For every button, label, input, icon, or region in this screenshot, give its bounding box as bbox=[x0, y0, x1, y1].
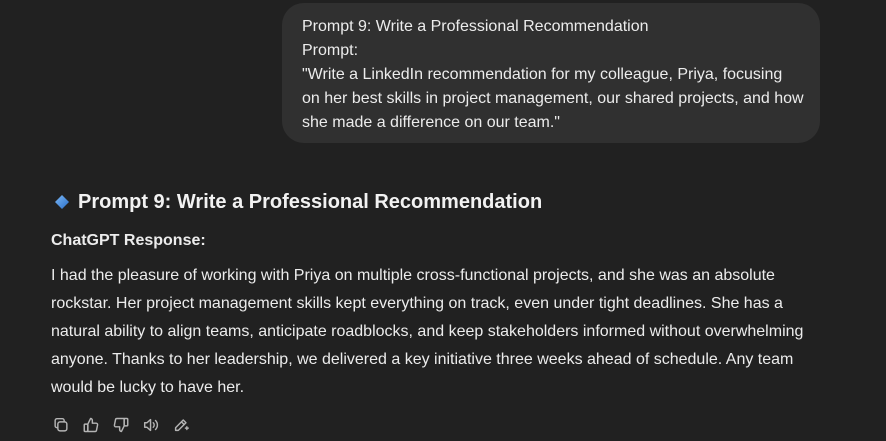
edit-in-canvas-button[interactable] bbox=[170, 414, 192, 436]
user-message-bubble: Prompt 9: Write a Professional Recommend… bbox=[282, 3, 820, 143]
user-message-title: Prompt 9: Write a Professional Recommend… bbox=[302, 18, 649, 35]
response-heading-text: Prompt 9: Write a Professional Recommend… bbox=[78, 191, 543, 213]
copy-button[interactable] bbox=[50, 414, 72, 436]
bad-response-button[interactable] bbox=[110, 414, 132, 436]
good-response-button[interactable] bbox=[80, 414, 102, 436]
response-subheading: ChatGPT Response: bbox=[51, 232, 206, 249]
copy-icon bbox=[54, 417, 68, 432]
read-aloud-button[interactable] bbox=[140, 414, 162, 436]
response-body: I had the pleasure of working with Priya… bbox=[51, 267, 804, 396]
edit-icon bbox=[174, 419, 189, 432]
blue-diamond-icon bbox=[53, 193, 71, 211]
read-aloud-icon bbox=[143, 418, 159, 432]
thumbs-up-icon bbox=[83, 417, 99, 433]
thumbs-down-icon bbox=[113, 417, 129, 433]
response-heading: Prompt 9: Write a Professional Recommend… bbox=[53, 189, 542, 215]
user-message-prompt-label: Prompt: bbox=[302, 42, 359, 59]
message-actions-toolbar bbox=[50, 414, 192, 436]
user-message-prompt-text: "Write a LinkedIn recommendation for my … bbox=[302, 66, 804, 131]
